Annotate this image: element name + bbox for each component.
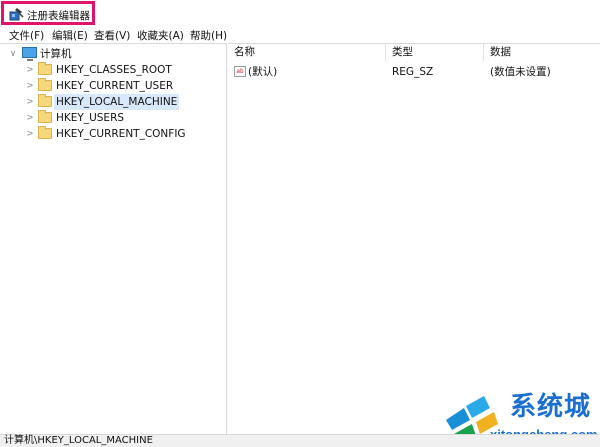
menu-edit[interactable]: 编辑(E)	[52, 28, 88, 43]
menu-help[interactable]: 帮助(H)	[190, 28, 227, 43]
tree-node-hkcu[interactable]: > HKEY_CURRENT_USER	[0, 78, 220, 94]
folder-icon	[38, 126, 52, 139]
regedit-icon	[9, 8, 24, 21]
chevron-right-icon[interactable]: >	[26, 94, 34, 110]
menu-bar: 文件(F) 编辑(E) 查看(V) 收藏夹(A) 帮助(H)	[0, 27, 600, 43]
computer-icon	[22, 47, 37, 61]
folder-icon	[38, 78, 52, 91]
column-header-name[interactable]: 名称	[228, 44, 386, 61]
chevron-right-icon[interactable]: >	[26, 78, 34, 94]
chevron-down-icon[interactable]: ∨	[9, 46, 17, 62]
tree-node-hkcc[interactable]: > HKEY_CURRENT_CONFIG	[0, 126, 220, 142]
tree-item-label: HKEY_CURRENT_USER	[56, 80, 174, 92]
tree-item-label: HKEY_USERS	[56, 112, 125, 124]
tree-node-hku[interactable]: > HKEY_USERS	[0, 110, 220, 126]
string-value-icon: ab	[234, 66, 246, 77]
status-bar: 计算机\HKEY_LOCAL_MACHINE	[0, 434, 600, 447]
folder-icon	[38, 94, 52, 107]
tree-node-hkcr[interactable]: > HKEY_CLASSES_ROOT	[0, 62, 220, 78]
tree-item-label: HKEY_CLASSES_ROOT	[56, 64, 172, 76]
table-row[interactable]: ab (默认) REG_SZ (数值未设置)	[228, 64, 600, 80]
menu-view[interactable]: 查看(V)	[94, 28, 130, 43]
tree-node-hklm[interactable]: > HKEY_LOCAL_MACHINE	[0, 94, 220, 110]
menu-favorites[interactable]: 收藏夹(A)	[137, 28, 184, 43]
tree-item-label: HKEY_CURRENT_CONFIG	[56, 128, 186, 140]
folder-icon	[38, 110, 52, 123]
column-header-data[interactable]: 数据	[484, 44, 600, 61]
value-name: (默认)	[248, 66, 278, 78]
folder-icon	[38, 62, 52, 75]
status-path: 计算机\HKEY_LOCAL_MACHINE	[4, 435, 153, 446]
tree-item-label-selected: HKEY_LOCAL_MACHINE	[54, 94, 180, 110]
title-bar: 注册表编辑器	[0, 0, 600, 27]
menu-file[interactable]: 文件(F)	[9, 28, 44, 43]
column-header-type[interactable]: 类型	[386, 44, 484, 61]
registry-tree: ∨ 计算机 > HKEY_CLASSES_ROOT > HKEY_CURRENT…	[0, 43, 227, 434]
chevron-right-icon[interactable]: >	[26, 110, 34, 126]
value-data: (数值未设置)	[490, 66, 551, 78]
values-list: 名称 类型 数据 ab (默认) REG_SZ (数值未设置)	[228, 43, 600, 434]
value-type: REG_SZ	[392, 66, 434, 78]
chevron-right-icon[interactable]: >	[26, 62, 34, 78]
tree-node-computer[interactable]: ∨ 计算机	[0, 46, 200, 62]
window-title: 注册表编辑器	[27, 10, 90, 22]
tree-root-label: 计算机	[40, 48, 72, 60]
chevron-right-icon[interactable]: >	[26, 126, 34, 142]
watermark-text: 系统城	[510, 392, 592, 422]
